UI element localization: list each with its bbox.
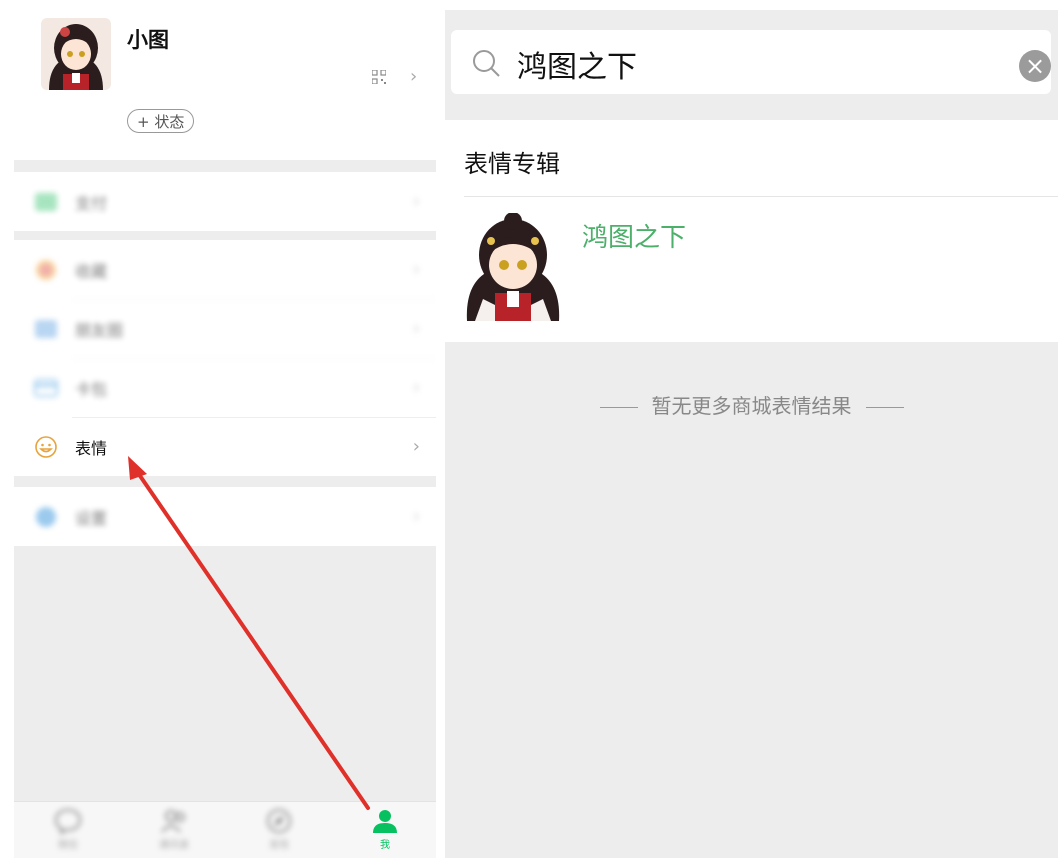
sticker-search-panel: 鸿图之下 × 表情专辑 鸿图之下 暂无更多商城表情结果	[445, 10, 1058, 858]
sticker-album-name: 鸿图之下	[582, 223, 687, 253]
search-bar[interactable]: 鸿图之下 ×	[451, 30, 1051, 94]
no-more-results-text: 暂无更多商城表情结果	[651, 394, 852, 418]
me-page-panel: 小图 › + 状态 支付 › 收藏 › 朋友圈 › 卡包 › 表情 › 设置 ›…	[14, 0, 436, 858]
search-results: 表情专辑 鸿图之下	[445, 120, 1058, 342]
sticker-album-result[interactable]: 鸿图之下	[445, 197, 1058, 342]
divider-line-left	[599, 407, 638, 408]
sticker-album-thumbnail	[466, 213, 560, 321]
annotation-arrow	[128, 456, 370, 810]
search-icon	[473, 50, 500, 77]
search-input[interactable]: 鸿图之下	[517, 42, 637, 86]
close-icon[interactable]: ×	[1019, 50, 1051, 82]
section-title: 表情专辑	[464, 150, 560, 178]
no-more-results: 暂无更多商城表情结果	[445, 390, 1058, 419]
divider-line-right	[865, 407, 904, 408]
